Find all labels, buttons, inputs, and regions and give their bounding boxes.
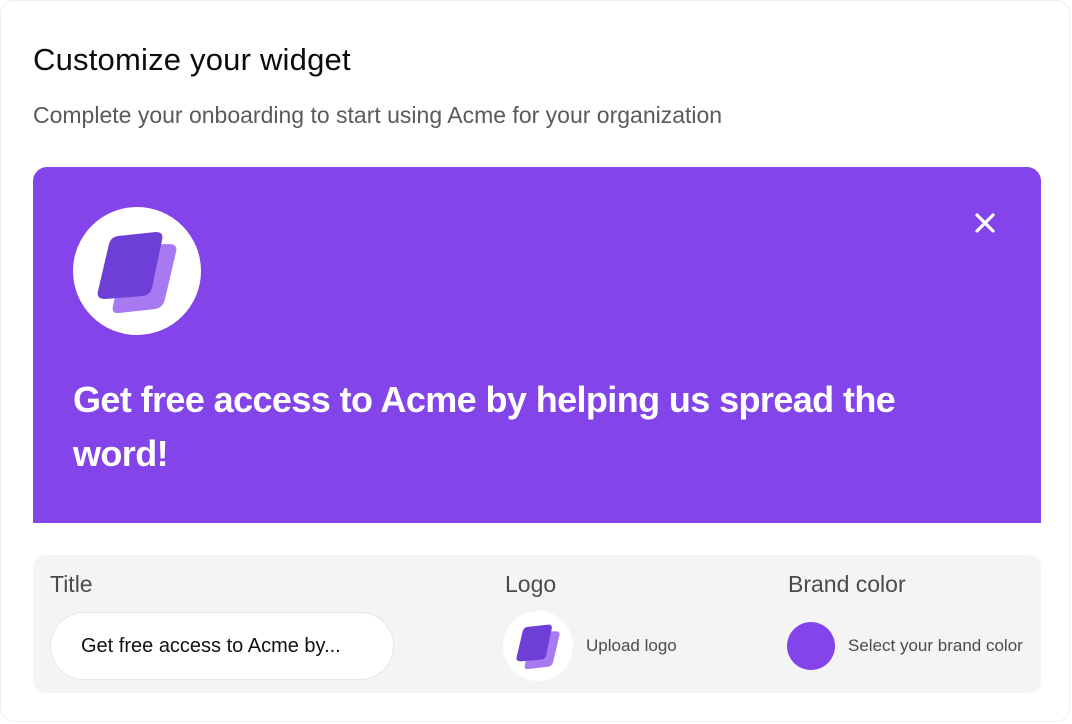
banner-logo: [73, 207, 201, 335]
widget-preview-banner: Get free access to Acme by helping us sp…: [33, 167, 1041, 523]
select-brand-color-label[interactable]: Select your brand color: [848, 635, 1023, 657]
upload-logo-label[interactable]: Upload logo: [586, 635, 677, 657]
close-icon: [975, 213, 995, 233]
acme-logo-icon: [97, 232, 177, 314]
logo-upload-button[interactable]: [503, 611, 573, 681]
acme-logo-icon: [516, 624, 560, 670]
widget-customization-card: Customize your widget Complete your onbo…: [0, 0, 1070, 722]
logo-field-label: Logo: [505, 571, 557, 597]
brand-color-field-label: Brand color: [788, 571, 906, 597]
title-field-label: Title: [50, 571, 93, 597]
widget-settings-panel: Title Get free access to Acme by... Logo…: [33, 555, 1041, 693]
page-subtitle: Complete your onboarding to start using …: [33, 102, 723, 128]
close-button[interactable]: [969, 207, 1001, 239]
page-title: Customize your widget: [33, 42, 351, 77]
brand-color-swatch[interactable]: [787, 622, 835, 670]
banner-headline: Get free access to Acme by helping us sp…: [73, 379, 896, 474]
title-input[interactable]: Get free access to Acme by...: [50, 612, 394, 680]
